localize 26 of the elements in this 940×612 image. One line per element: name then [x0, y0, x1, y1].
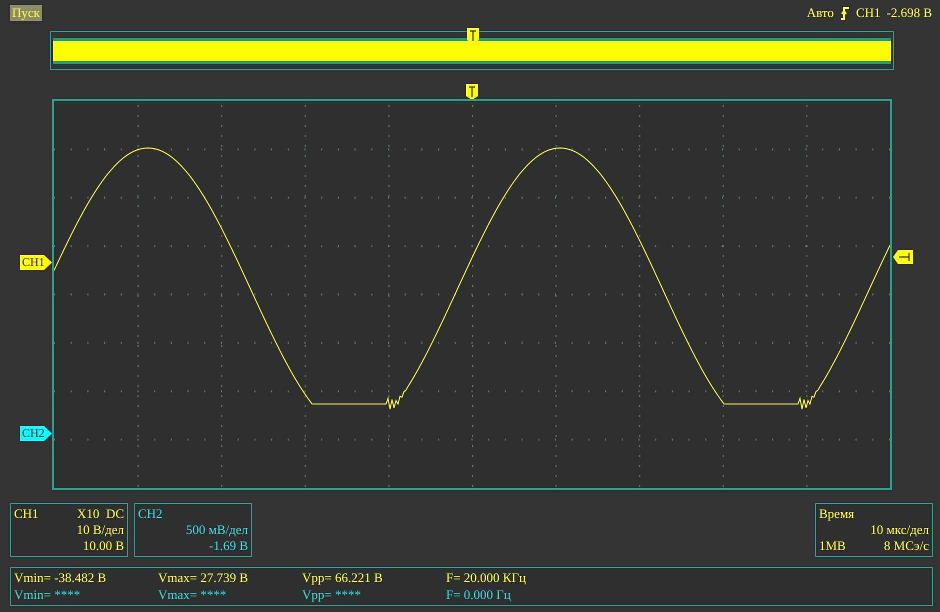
channel-offset: -1.69 В — [208, 538, 248, 554]
trigger-source: CH1 — [856, 5, 880, 21]
measurement-value: F= 0.000 Гц — [446, 586, 512, 603]
trigger-mode: Авто — [806, 5, 834, 21]
trigger-position-icon — [467, 28, 479, 44]
measurement-value: Vmax= **** — [158, 586, 228, 603]
channel-level-marker[interactable]: CH2 — [20, 426, 52, 441]
trigger-level: -2.698 В — [886, 5, 932, 21]
channel-offset: 10.00 В — [82, 538, 124, 554]
measurement-value: Vpp= 66.221 В — [302, 570, 384, 586]
volts-per-div: 500 мВ/дел — [186, 522, 248, 538]
measurement-value: F= 20.000 КГц — [446, 570, 527, 586]
sample-rate: 8 МСэ/с — [882, 538, 929, 554]
measurement-value: Vpp= **** — [302, 586, 362, 603]
probe-coupling: X10 DC — [76, 506, 124, 522]
measurement-value: Vmin= **** — [14, 586, 82, 603]
measurement-value: Vmin= -38.482 В — [14, 570, 108, 586]
volts-per-div: 10 В/дел — [76, 522, 124, 538]
channel-name: CH1 — [14, 506, 40, 522]
rising-edge-icon — [840, 6, 850, 20]
channel-name: CH2 — [138, 506, 164, 522]
measurement-value: Vmax= 27.739 В — [158, 570, 250, 586]
time-per-div: 10 мкс/дел — [870, 522, 929, 538]
memory-depth: 1MB — [819, 538, 847, 554]
timebase-title: Время — [819, 506, 856, 522]
channel-level-marker[interactable]: CH1 — [20, 255, 52, 270]
